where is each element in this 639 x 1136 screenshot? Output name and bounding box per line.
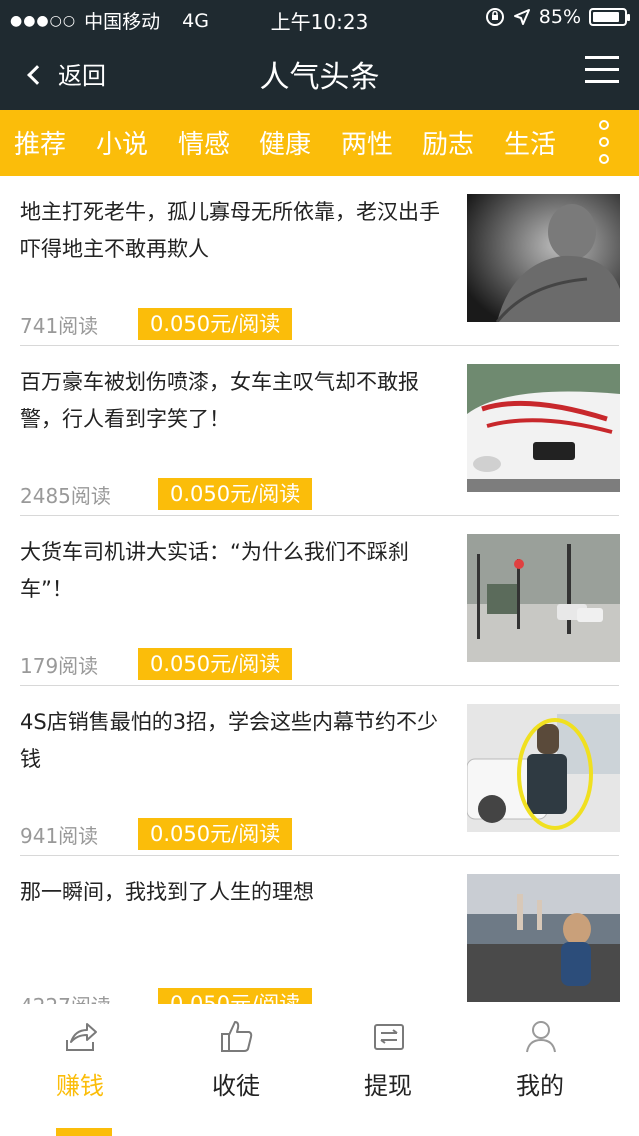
article-thumbnail[interactable]: [467, 364, 620, 492]
more-categories-icon[interactable]: [597, 120, 611, 166]
reward-badge: 0.050元/阅读: [138, 308, 293, 340]
tab-label: 提现: [364, 1072, 412, 1100]
battery-icon: [589, 8, 630, 26]
tab-withdraw[interactable]: 提现: [308, 1004, 468, 1136]
read-count: 741阅读: [20, 314, 99, 338]
category-tab-relationships[interactable]: 两性: [341, 124, 393, 161]
category-bar: 推荐 小说 情感 健康 两性 励志 生活: [0, 110, 639, 176]
article-title[interactable]: 百万豪车被划伤喷漆，女车主叹气却不敢报警，行人看到字笑了！: [20, 364, 440, 438]
reward-badge: 0.050元/阅读: [158, 478, 313, 510]
hamburger-menu-icon[interactable]: [585, 56, 619, 84]
article-thumbnail[interactable]: [467, 704, 620, 832]
reward-badge: 0.050元/阅读: [138, 818, 293, 850]
article-thumbnail[interactable]: [467, 194, 620, 322]
category-tab-novel[interactable]: 小说: [96, 124, 148, 161]
tab-profile[interactable]: 我的: [460, 1004, 620, 1136]
share-icon: [66, 1023, 97, 1051]
bottom-tab-bar: 赚钱 收徒 提现 我的: [0, 1004, 639, 1136]
read-count: 941阅读: [20, 824, 99, 848]
article-item[interactable]: 大货车司机讲大实话：“为什么我们不踩刹车”！ 179阅读 0.050元/阅读: [0, 516, 639, 686]
category-tab-emotion[interactable]: 情感: [178, 124, 230, 161]
tab-earn[interactable]: 赚钱: [0, 1004, 160, 1136]
user-icon: [526, 1021, 556, 1053]
article-title[interactable]: 那一瞬间，我找到了人生的理想: [20, 874, 440, 911]
reward-badge: 0.050元/阅读: [158, 988, 313, 1004]
article-title[interactable]: 大货车司机讲大实话：“为什么我们不踩刹车”！: [20, 534, 440, 608]
battery-percent: 85%: [538, 6, 581, 28]
article-item[interactable]: 百万豪车被划伤喷漆，女车主叹气却不敢报警，行人看到字笑了！ 2485阅读 0.0…: [0, 346, 639, 516]
top-bar: ●●●○○ 中国移动 4G 上午10:23 85% 返回 人气头条: [0, 0, 639, 110]
article-item[interactable]: 那一瞬间，我找到了人生的理想 4227阅读 0.050元/阅读: [0, 856, 639, 1004]
category-tab-recommend[interactable]: 推荐: [14, 124, 66, 161]
tab-recruit[interactable]: 收徒: [156, 1004, 316, 1136]
article-feed[interactable]: 地主打死老牛，孤儿寡母无所依靠，老汉出手吓得地主不敢再欺人 741阅读 0.05…: [0, 176, 639, 1004]
tab-label: 赚钱: [56, 1072, 104, 1100]
read-count: 4227阅读: [20, 990, 111, 1004]
tab-label: 我的: [516, 1072, 564, 1100]
category-tab-life[interactable]: 生活: [504, 124, 556, 161]
read-count: 179阅读: [20, 654, 99, 678]
article-item[interactable]: 4S店销售最怕的3招，学会这些内幕节约不少钱 941阅读 0.050元/阅读: [0, 686, 639, 856]
article-thumbnail[interactable]: [467, 874, 620, 1002]
tab-label: 收徒: [212, 1072, 260, 1100]
status-bar: ●●●○○ 中国移动 4G 上午10:23 85%: [0, 0, 639, 36]
article-thumbnail[interactable]: [467, 534, 620, 662]
wallet-icon: [374, 1024, 404, 1050]
reward-badge: 0.050元/阅读: [138, 648, 293, 680]
category-tab-inspiration[interactable]: 励志: [422, 124, 474, 161]
rotation-lock-icon: [485, 8, 504, 26]
page-title: 人气头条: [259, 60, 380, 95]
thumbs-up-icon: [221, 1021, 253, 1052]
article-title[interactable]: 4S店销售最怕的3招，学会这些内幕节约不少钱: [20, 704, 440, 778]
article-title[interactable]: 地主打死老牛，孤儿寡母无所依靠，老汉出手吓得地主不敢再欺人: [20, 194, 440, 268]
article-item[interactable]: 地主打死老牛，孤儿寡母无所依靠，老汉出手吓得地主不敢再欺人 741阅读 0.05…: [0, 176, 639, 346]
navigation-bar: 返回 人气头条: [0, 36, 639, 110]
category-tab-health[interactable]: 健康: [259, 124, 311, 161]
read-count: 2485阅读: [20, 484, 111, 508]
location-arrow-icon: [513, 9, 530, 25]
active-tab-indicator: [56, 1128, 112, 1136]
